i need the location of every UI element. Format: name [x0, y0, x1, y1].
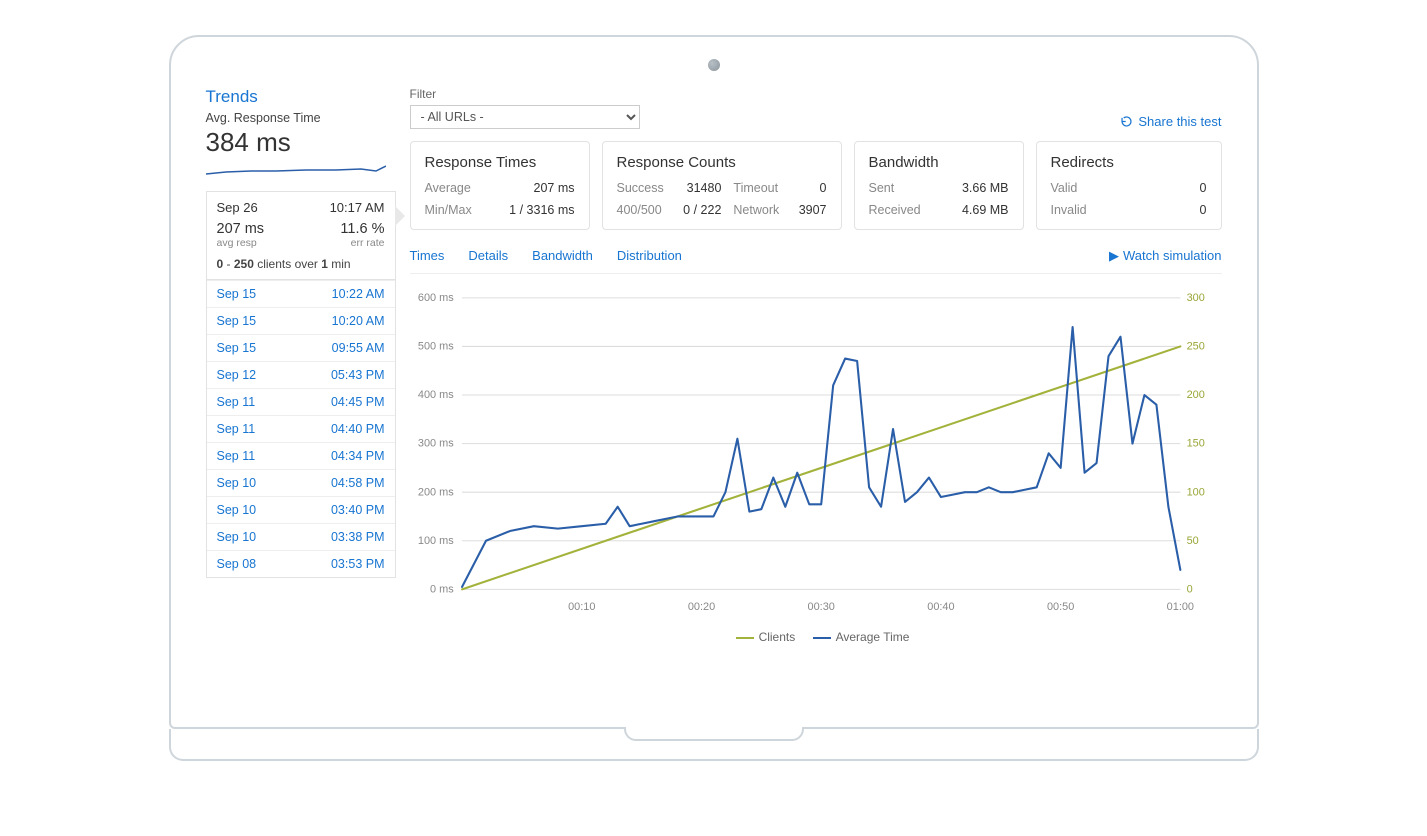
selected-time: 10:17 AM [330, 200, 385, 215]
stat-key: 400/500 [617, 203, 668, 217]
card-response-counts: Response Counts Success 31480 Timeout 0 400/… [602, 141, 842, 230]
tab-bandwidth[interactable]: Bandwidth [532, 244, 593, 267]
stat-value: 1 / 3316 ms [497, 203, 574, 217]
history-item[interactable]: Sep 1003:38 PM [207, 523, 395, 550]
history-item[interactable]: Sep 1510:20 AM [207, 307, 395, 334]
sidebar: Trends Avg. Response Time 384 ms Sep 26 … [206, 87, 396, 707]
history-item[interactable]: Sep 1004:58 PM [207, 469, 395, 496]
selected-err-label: err rate [351, 237, 385, 249]
svg-text:50: 50 [1186, 535, 1198, 547]
stat-key: Average [425, 181, 484, 195]
camera-icon [708, 59, 720, 71]
svg-text:300 ms: 300 ms [417, 438, 453, 450]
card-response-times: Response Times Average 207 ms Min/Max 1 / 3… [410, 141, 590, 230]
stat-key: Timeout [733, 181, 783, 195]
history-item[interactable]: Sep 1104:34 PM [207, 442, 395, 469]
stat-value: 207 ms [497, 181, 574, 195]
svg-text:01:00: 01:00 [1166, 601, 1193, 613]
stat-value: 31480 [679, 181, 721, 195]
card-title: Bandwidth [869, 154, 1009, 171]
svg-text:400 ms: 400 ms [417, 389, 453, 401]
svg-text:00:30: 00:30 [807, 601, 834, 613]
stat-key: Sent [869, 181, 935, 195]
selected-date: Sep 26 [217, 200, 258, 215]
chart-area: 0 ms 100 ms 200 ms 300 ms 400 ms 500 ms 600 ms… [410, 284, 1222, 624]
laptop-screen: Trends Avg. Response Time 384 ms Sep 26 … [169, 35, 1259, 729]
history-item[interactable]: Sep 1510:22 AM [207, 280, 395, 307]
history-item[interactable]: Sep 1205:43 PM [207, 361, 395, 388]
svg-text:100 ms: 100 ms [417, 535, 453, 547]
laptop-base [169, 729, 1259, 761]
stat-value: 3.66 MB [948, 181, 1008, 195]
selected-resp-value: 207 ms [217, 221, 265, 237]
card-title: Response Times [425, 154, 575, 171]
stat-value: 3907 [795, 203, 827, 217]
chart-tabs: Times Details Bandwidth Distribution [410, 244, 682, 267]
svg-text:250: 250 [1186, 341, 1204, 353]
svg-text:0: 0 [1186, 583, 1192, 595]
separator [410, 273, 1222, 274]
svg-text:150: 150 [1186, 438, 1204, 450]
svg-text:600 ms: 600 ms [417, 292, 453, 304]
stat-key: Network [733, 203, 783, 217]
stat-value: 0 / 222 [679, 203, 721, 217]
history-item[interactable]: Sep 1104:40 PM [207, 415, 395, 442]
card-redirects: Redirects Valid 0 Invalid 0 [1036, 141, 1222, 230]
selected-err-value: 11.6 % [340, 221, 384, 237]
selected-clients-line: 0 - 250 clients over 1 min [217, 257, 385, 271]
card-bandwidth: Bandwidth Sent 3.66 MB Received 4.69 MB [854, 141, 1024, 230]
play-icon: ▶ [1109, 248, 1119, 264]
main-panel: Filter - All URLs - Share this test Resp… [410, 87, 1222, 707]
tab-details[interactable]: Details [468, 244, 508, 267]
svg-text:300: 300 [1186, 292, 1204, 304]
history-item[interactable]: Sep 1104:45 PM [207, 388, 395, 415]
filter-block: Filter - All URLs - [410, 87, 640, 129]
svg-text:0 ms: 0 ms [430, 583, 454, 595]
app-root: Trends Avg. Response Time 384 ms Sep 26 … [206, 87, 1222, 707]
stat-key: Received [869, 203, 935, 217]
stat-key: Valid [1051, 181, 1137, 195]
history-item[interactable]: Sep 1003:40 PM [207, 496, 395, 523]
card-title: Response Counts [617, 154, 827, 171]
stat-value: 0 [1150, 181, 1206, 195]
tab-times[interactable]: Times [410, 244, 445, 267]
selected-resp-label: avg resp [217, 237, 257, 249]
stat-cards: Response Times Average 207 ms Min/Max 1 / 3… [410, 141, 1222, 230]
stat-key: Invalid [1051, 203, 1137, 217]
stat-value: 0 [1150, 203, 1206, 217]
svg-text:00:20: 00:20 [687, 601, 714, 613]
svg-text:00:40: 00:40 [927, 601, 954, 613]
filter-select[interactable]: - All URLs - [410, 105, 640, 129]
sparkline [206, 160, 386, 180]
card-title: Redirects [1051, 154, 1207, 171]
avg-response-value: 384 ms [206, 127, 396, 158]
share-link[interactable]: Share this test [1120, 114, 1221, 129]
stat-key: Success [617, 181, 668, 195]
avg-response-label: Avg. Response Time [206, 111, 396, 125]
svg-text:00:50: 00:50 [1046, 601, 1073, 613]
laptop-frame: Trends Avg. Response Time 384 ms Sep 26 … [169, 35, 1259, 761]
stat-value: 4.69 MB [948, 203, 1008, 217]
history-list: Sep 1510:22 AMSep 1510:20 AMSep 1509:55 … [206, 280, 396, 578]
history-item[interactable]: Sep 0803:53 PM [207, 550, 395, 577]
filter-label: Filter [410, 87, 640, 101]
share-icon [1120, 115, 1133, 128]
selected-test-card[interactable]: Sep 26 10:17 AM 207 ms 11.6 % avg resp e… [206, 191, 396, 280]
stat-value: 0 [795, 181, 827, 195]
svg-text:100: 100 [1186, 486, 1204, 498]
svg-text:00:10: 00:10 [568, 601, 595, 613]
response-time-chart: 0 ms 100 ms 200 ms 300 ms 400 ms 500 ms 600 ms… [410, 284, 1222, 624]
chart-legend: Clients Average Time [410, 630, 1222, 644]
watch-simulation-link[interactable]: ▶ Watch simulation [1109, 248, 1222, 264]
svg-text:200 ms: 200 ms [417, 486, 453, 498]
stat-key: Min/Max [425, 203, 484, 217]
tab-distribution[interactable]: Distribution [617, 244, 682, 267]
sidebar-title: Trends [206, 87, 396, 107]
svg-text:500 ms: 500 ms [417, 341, 453, 353]
svg-text:200: 200 [1186, 389, 1204, 401]
history-item[interactable]: Sep 1509:55 AM [207, 334, 395, 361]
